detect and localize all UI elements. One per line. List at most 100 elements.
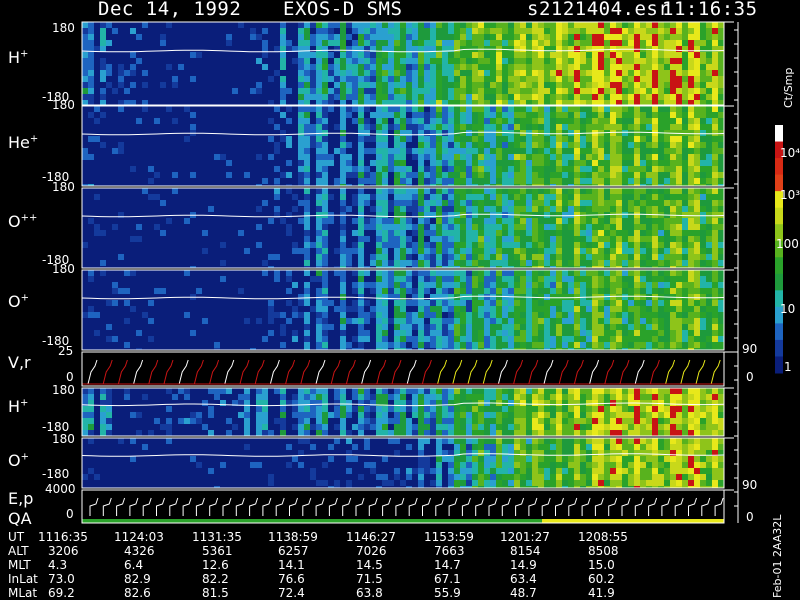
heatmap-cell — [484, 160, 490, 166]
heatmap-cell — [538, 200, 544, 206]
heatmap-cell — [670, 118, 676, 124]
heatmap-cell — [304, 154, 310, 160]
heatmap-cell — [700, 218, 706, 224]
heatmap-cell — [700, 148, 706, 154]
heatmap-cell — [88, 270, 94, 276]
heatmap-cell — [418, 34, 424, 40]
heatmap-cell — [430, 76, 436, 82]
heatmap-cell — [172, 394, 178, 400]
heatmap-cell — [718, 100, 724, 105]
heatmap-cell — [400, 224, 406, 230]
heatmap-cell — [388, 166, 394, 172]
heatmap-cell — [502, 342, 508, 348]
heatmap-cell — [634, 200, 640, 206]
heatmap-cell — [286, 288, 292, 294]
heatmap-cell — [400, 260, 406, 266]
heatmap-cell — [286, 188, 292, 194]
heatmap-cell — [550, 330, 556, 336]
heatmap-cell — [502, 224, 508, 230]
heatmap-cell — [430, 276, 436, 282]
heatmap-cell — [712, 130, 718, 136]
heatmap-cell — [718, 118, 724, 124]
heatmap-cell — [616, 270, 622, 276]
heatmap-cell — [616, 154, 622, 160]
heatmap-cell — [484, 172, 490, 178]
heatmap-cell — [532, 330, 538, 336]
heatmap-cell — [538, 188, 544, 194]
heatmap-cell — [640, 166, 646, 172]
heatmap-cell — [640, 100, 646, 105]
heatmap-cell — [658, 22, 664, 28]
heatmap-cell — [712, 82, 718, 88]
heatmap-cell — [484, 324, 490, 330]
heatmap-cell — [460, 330, 466, 336]
heatmap-cell — [598, 118, 604, 124]
heatmap-cell — [460, 254, 466, 260]
heatmap-cell — [532, 480, 538, 486]
heatmap-cell — [508, 100, 514, 105]
heatmap-cell — [82, 82, 88, 88]
heatmap-cell — [556, 406, 562, 412]
heatmap-cell — [550, 276, 556, 282]
heatmap-cell — [538, 106, 544, 112]
heatmap-cell — [244, 430, 250, 436]
heatmap-cell — [166, 424, 172, 430]
heatmap-cell — [526, 242, 532, 248]
heatmap-cell — [640, 342, 646, 348]
heatmap-cell — [628, 106, 634, 112]
heatmap-cell — [448, 166, 454, 172]
heatmap-cell — [532, 28, 538, 34]
heatmap-cell — [616, 300, 622, 306]
heatmap-cell — [472, 330, 478, 336]
heatmap-cell — [466, 468, 472, 474]
heatmap-cell — [328, 412, 334, 418]
heatmap-cell — [676, 160, 682, 166]
heatmap-cell — [616, 342, 622, 348]
heatmap-cell — [538, 288, 544, 294]
heatmap-cell — [190, 76, 196, 82]
heatmap-cell — [388, 28, 394, 34]
heatmap-cell — [550, 188, 556, 194]
heatmap-cell — [472, 450, 478, 456]
heatmap-cell — [592, 40, 598, 46]
heatmap-cell — [454, 276, 460, 282]
heatmap-cell — [670, 206, 676, 212]
heatmap-cell — [472, 88, 478, 94]
heatmap-cell — [418, 276, 424, 282]
heatmap-cell — [472, 194, 478, 200]
heatmap-cell — [424, 394, 430, 400]
heatmap-cell — [418, 28, 424, 34]
heatmap-cell — [676, 300, 682, 306]
heatmap-cell — [598, 412, 604, 418]
heatmap-cell — [508, 412, 514, 418]
heatmap-cell — [304, 94, 310, 100]
heatmap-cell — [442, 342, 448, 348]
heatmap-cell — [520, 124, 526, 130]
heatmap-cell — [532, 142, 538, 148]
heatmap-cell — [382, 94, 388, 100]
heatmap-cell — [634, 212, 640, 218]
heatmap-cell — [418, 394, 424, 400]
heatmap-cell — [706, 212, 712, 218]
heatmap-cell — [94, 336, 100, 342]
heatmap-cell — [244, 318, 250, 324]
heatmap-cell — [520, 260, 526, 266]
heatmap-cell — [652, 288, 658, 294]
heatmap-cell — [472, 154, 478, 160]
heatmap-cell — [604, 106, 610, 112]
heatmap-cell — [544, 324, 550, 330]
heatmap-cell — [322, 112, 328, 118]
heatmap-cell — [328, 34, 334, 40]
heatmap-cell — [688, 200, 694, 206]
heatmap-cell — [424, 136, 430, 142]
heatmap-cell — [646, 388, 652, 394]
heatmap-cell — [322, 224, 328, 230]
heatmap-cell — [346, 400, 352, 406]
heatmap-cell — [460, 112, 466, 118]
heatmap-cell — [382, 40, 388, 46]
heatmap-cell — [628, 58, 634, 64]
heatmap-cell — [664, 200, 670, 206]
heatmap-cell — [622, 34, 628, 40]
heatmap-cell — [268, 312, 274, 318]
heatmap-cell — [568, 300, 574, 306]
